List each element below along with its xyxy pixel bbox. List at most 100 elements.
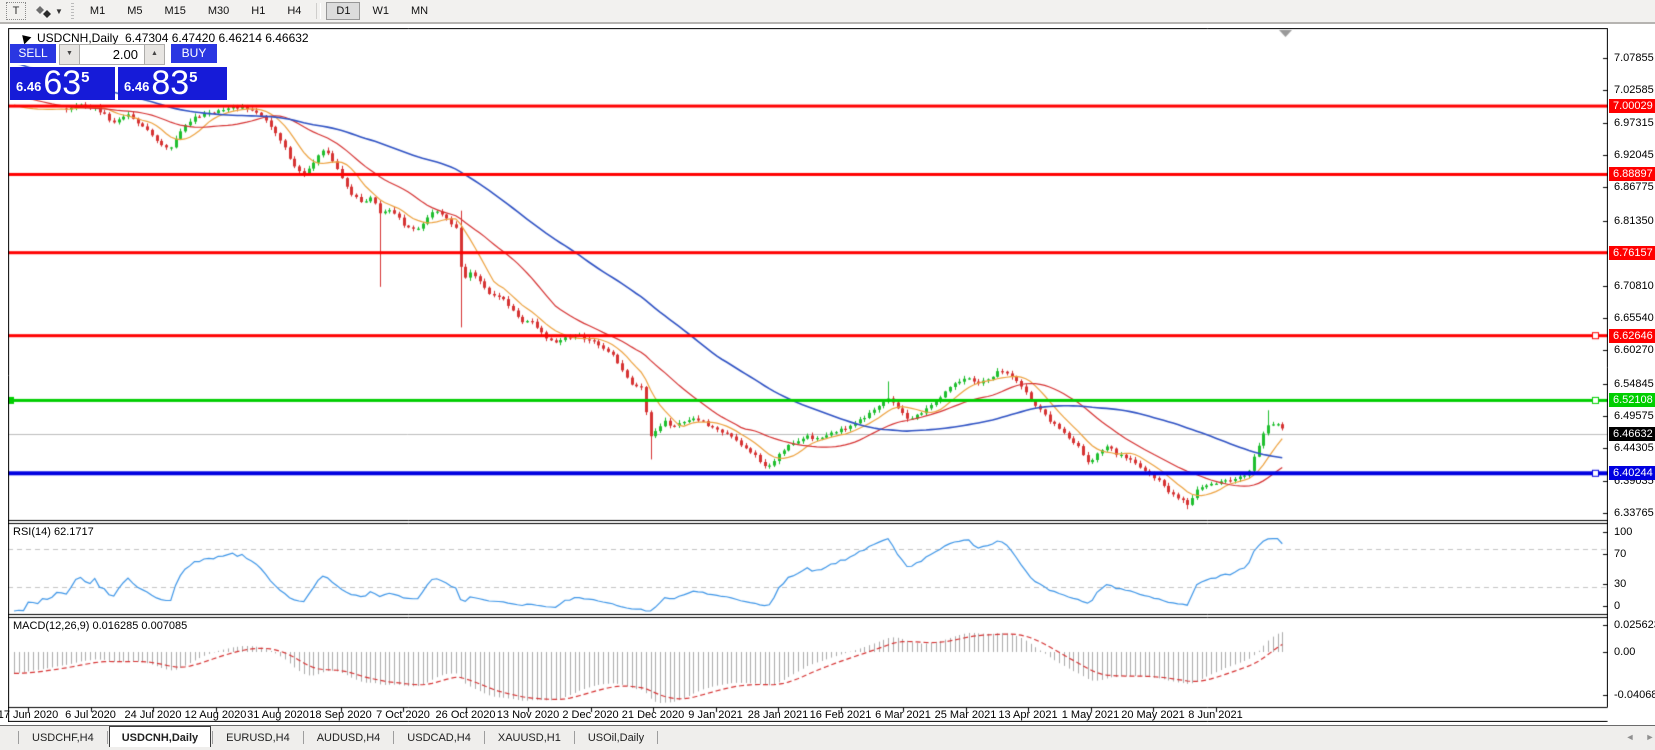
price-axis-tick: 6.65540 bbox=[1614, 311, 1654, 324]
date-axis-label: 26 Oct 2020 bbox=[435, 709, 496, 721]
price-line-label: 6.88897 bbox=[1609, 167, 1655, 182]
volume-input[interactable] bbox=[80, 44, 144, 65]
ohlc-close: 6.46632 bbox=[265, 31, 309, 45]
rsi-axis-tick: 100 bbox=[1614, 526, 1633, 538]
price-axis-tick: 6.81350 bbox=[1614, 214, 1654, 227]
price-axis-tick: 6.49575 bbox=[1614, 409, 1654, 422]
sell-button[interactable]: SELL bbox=[10, 44, 56, 65]
price-axis-tick: 6.44305 bbox=[1614, 442, 1654, 455]
collapse-arrow-icon[interactable] bbox=[18, 31, 32, 45]
chart-title: USDCNH,Daily 6.47304 6.47420 6.46214 6.4… bbox=[18, 31, 309, 45]
date-axis-label: 6 Mar 2021 bbox=[875, 709, 931, 721]
date-axis-label: 1 May 2021 bbox=[1061, 709, 1120, 721]
macd-axis-tick: -0.040687 bbox=[1614, 689, 1655, 702]
price-axis-tick: 6.60270 bbox=[1614, 344, 1654, 357]
date-axis-label: 12 Aug 2020 bbox=[184, 709, 247, 721]
timeframe-button-m1[interactable]: M1 bbox=[80, 2, 115, 20]
toolbar-grip bbox=[70, 3, 74, 19]
timeframe-button-mn[interactable]: MN bbox=[401, 2, 438, 20]
price-axis-tick: 6.33765 bbox=[1614, 507, 1654, 520]
price-line-label: 6.76157 bbox=[1609, 245, 1655, 260]
tab-separator bbox=[18, 731, 19, 744]
drawing-tools-dropdown[interactable]: ▼ bbox=[36, 5, 63, 18]
buy-button[interactable]: BUY bbox=[171, 44, 217, 65]
timeframe-button-m30[interactable]: M30 bbox=[198, 2, 239, 20]
tab-separator bbox=[657, 731, 659, 744]
buy-price-pip: 5 bbox=[189, 69, 198, 86]
one-click-trade-panel: SELL ▼ ▲ BUY 6.46 63 5 6.46 83 5 bbox=[10, 44, 227, 100]
tab-separator bbox=[212, 731, 214, 744]
date-axis-label: 17 Jun 2020 bbox=[0, 709, 59, 721]
ohlc-open: 6.47304 bbox=[125, 31, 169, 45]
chevron-down-icon: ▼ bbox=[55, 6, 63, 16]
tab-usdchf-h4[interactable]: USDCHF,H4 bbox=[20, 727, 106, 747]
price-axis-tick: 7.02585 bbox=[1614, 84, 1654, 97]
tab-xauusd-h1[interactable]: XAUUSD,H1 bbox=[486, 727, 573, 747]
date-axis-label: 18 Sep 2020 bbox=[309, 709, 372, 721]
timeframe-button-m15[interactable]: M15 bbox=[154, 2, 195, 20]
rsi-axis-tick: 70 bbox=[1614, 548, 1627, 561]
date-axis-label: 20 May 2021 bbox=[1121, 709, 1185, 721]
tab-separator bbox=[302, 731, 304, 744]
sell-price-big-digits: 63 bbox=[43, 64, 82, 102]
date-axis-label: 31 Aug 2020 bbox=[247, 709, 309, 721]
buy-price-display[interactable]: 6.46 83 5 bbox=[118, 66, 227, 100]
buy-price-small: 6.46 bbox=[124, 79, 150, 94]
rsi-axis-tick: 0 bbox=[1614, 600, 1621, 612]
sell-price-display[interactable]: 6.46 63 5 bbox=[10, 64, 115, 102]
date-axis-label: 21 Dec 2020 bbox=[621, 709, 685, 721]
date-axis-label: 8 Jun 2021 bbox=[1188, 709, 1243, 721]
tab-usoil-daily[interactable]: USOil,Daily bbox=[576, 727, 656, 747]
timeframe-button-w1[interactable]: W1 bbox=[362, 2, 399, 20]
date-axis-label: 2 Dec 2020 bbox=[562, 709, 619, 721]
price-axis-tick: 6.97315 bbox=[1614, 116, 1654, 129]
tab-audusd-h4[interactable]: AUDUSD,H4 bbox=[305, 727, 393, 747]
toolbar-separator bbox=[316, 3, 322, 19]
tab-usdcnh-daily[interactable]: USDCNH,Daily bbox=[108, 726, 212, 747]
current-price-label: 6.46632 bbox=[1609, 427, 1655, 442]
timeframe-button-m5[interactable]: M5 bbox=[117, 2, 152, 20]
timeframe-buttons: M1 M5 M15 M30 H1 H4 D1 W1 MN bbox=[79, 2, 439, 20]
macd-axis-tick: 0.00 bbox=[1614, 646, 1636, 658]
timeframe-button-d1[interactable]: D1 bbox=[326, 2, 361, 20]
shapes-icon bbox=[36, 5, 51, 18]
price-axis-tick: 6.70810 bbox=[1614, 279, 1654, 292]
date-axis-label: 24 Jul 2020 bbox=[124, 709, 182, 721]
chart-symbol-label: USDCNH,Daily bbox=[37, 31, 119, 45]
volume-decrease-button[interactable]: ▼ bbox=[59, 44, 80, 65]
date-axis-label: 6 Jul 2020 bbox=[65, 709, 116, 721]
chart-canvas[interactable] bbox=[8, 28, 1608, 722]
timeframe-button-h4[interactable]: H4 bbox=[277, 2, 311, 20]
sell-price-small: 6.46 bbox=[16, 79, 42, 94]
date-axis-label: 16 Feb 2021 bbox=[809, 709, 872, 721]
tab-scroll-right-button[interactable]: ► bbox=[1644, 731, 1655, 743]
date-axis-label: 25 Mar 2021 bbox=[934, 709, 997, 721]
ohlc-high: 6.47420 bbox=[171, 31, 216, 45]
mt4-window: T ▼ M1 M5 M15 M30 H1 H4 D1 W1 MN USDCNH,Daily 6.… bbox=[0, 0, 1655, 750]
price-axis-tick: 6.86775 bbox=[1614, 181, 1654, 194]
rsi-axis-tick: 30 bbox=[1614, 577, 1627, 590]
date-axis-label: 9 Jan 2021 bbox=[688, 709, 743, 721]
price-line-label: 7.00029 bbox=[1609, 99, 1655, 114]
tab-eurusd-h4[interactable]: EURUSD,H4 bbox=[214, 727, 302, 747]
chart-tab-bar: USDCHF,H4 USDCNH,Daily EURUSD,H4 AUDUSD,H4 U… bbox=[0, 725, 1655, 747]
tab-separator bbox=[393, 731, 395, 744]
price-axis-tick: 6.54845 bbox=[1614, 377, 1654, 390]
timeframe-button-h1[interactable]: H1 bbox=[241, 2, 275, 20]
tab-scroll-left-button[interactable]: ◄ bbox=[1624, 731, 1636, 743]
macd-axis-tick: 0.025623 bbox=[1614, 618, 1655, 631]
text-label-tool-icon[interactable]: T bbox=[6, 2, 26, 20]
sell-price-pip: 5 bbox=[81, 69, 90, 86]
price-line-label: 6.62646 bbox=[1609, 328, 1655, 343]
tab-separator bbox=[106, 731, 108, 744]
price-axis-tick: 6.92045 bbox=[1614, 149, 1654, 162]
volume-increase-button[interactable]: ▲ bbox=[144, 44, 165, 65]
price-line-label: 6.52108 bbox=[1609, 393, 1655, 408]
tab-separator bbox=[483, 731, 485, 744]
tab-usdcad-h4[interactable]: USDCAD,H4 bbox=[395, 727, 483, 747]
macd-label: MACD(12,26,9) 0.016285 0.007085 bbox=[13, 620, 188, 632]
rsi-label: RSI(14) 62.1717 bbox=[13, 526, 94, 538]
ohlc-low: 6.46214 bbox=[218, 31, 262, 45]
price-axis-tick: 7.07855 bbox=[1614, 52, 1654, 64]
date-axis-label: 13 Nov 2020 bbox=[496, 709, 560, 721]
